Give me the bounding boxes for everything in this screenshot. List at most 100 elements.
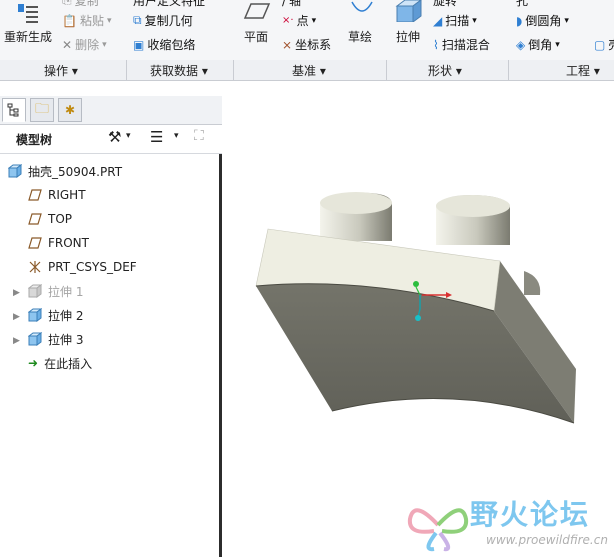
tree-item-label: 拉伸 2 bbox=[48, 308, 84, 323]
csys-button[interactable]: ⨯ 坐标系 bbox=[282, 36, 331, 53]
tree-item-insert-here[interactable]: ➜ 在此插入 bbox=[28, 354, 92, 372]
copy-button[interactable]: ⎘ 复制 bbox=[62, 0, 99, 9]
group-shapes[interactable]: 形状 ▾ bbox=[428, 62, 462, 79]
paste-button[interactable]: 📋 粘贴 ▾ bbox=[62, 12, 112, 29]
chevron-down-icon: ▾ bbox=[564, 15, 569, 26]
tree-item-extrude-2[interactable]: 拉伸 2 bbox=[28, 306, 83, 324]
tree-item-label: 拉伸 1 bbox=[48, 284, 84, 299]
filter-icon[interactable]: ⛶ bbox=[194, 128, 204, 144]
datum-plane-icon bbox=[28, 189, 42, 201]
chevron-down-icon: ▾ bbox=[106, 15, 112, 26]
group-divider bbox=[508, 60, 509, 80]
part-model-3d[interactable] bbox=[224, 81, 614, 557]
extrude-feature-icon bbox=[28, 308, 42, 322]
watermark: 野火论坛 www.proewildfire.cn bbox=[404, 491, 614, 557]
shrinkwrap-label: 收缩包络 bbox=[147, 38, 196, 52]
group-divider bbox=[126, 60, 127, 80]
group-get-data[interactable]: 获取数据 ▾ bbox=[150, 62, 208, 79]
sketch-icon bbox=[351, 1, 373, 12]
paste-icon: 📋 bbox=[62, 13, 77, 28]
delete-label: 删除 bbox=[75, 38, 100, 52]
tab-model-tree[interactable] bbox=[2, 98, 26, 122]
model-tree-title: 模型树 bbox=[16, 133, 53, 147]
copy-geometry-label: 复制几何 bbox=[144, 14, 193, 28]
watermark-url: www.proewildfire.cn bbox=[486, 533, 608, 547]
group-engineering[interactable]: 工程 ▾ bbox=[566, 62, 600, 79]
shell-button[interactable]: ▢ 壳 bbox=[594, 36, 614, 53]
ribbon: 重新生成 ⎘ 复制 📋 粘贴 ▾ ✕ 删除 ▾ 用户定义特征 ⧉ 复制几何 ▣ … bbox=[0, 0, 614, 61]
settings-tools-icon[interactable]: ⚒ bbox=[108, 128, 121, 146]
chamfer-button[interactable]: ◈ 倒角 ▾ bbox=[516, 36, 560, 53]
regenerate-icon bbox=[18, 4, 38, 23]
tree-item-part[interactable]: 抽壳_50904.PRT bbox=[8, 162, 122, 180]
axis-icon: / bbox=[282, 0, 287, 8]
extrude-label: 拉伸 bbox=[396, 30, 421, 44]
sweep-icon: ◢ bbox=[433, 13, 443, 28]
tab-folder-browser[interactable]: 🗀 bbox=[30, 98, 54, 122]
regenerate-button[interactable]: 重新生成 bbox=[2, 0, 54, 58]
datum-plane-icon bbox=[28, 213, 42, 225]
close-icon: ✕ bbox=[62, 37, 73, 52]
swept-blend-button[interactable]: ⌇ 扫描混合 bbox=[433, 36, 490, 53]
model-tree-header: 模型树 ⚒ ▾ ☰ ▾ ⛶ bbox=[0, 125, 222, 154]
chevron-down-icon[interactable]: ▾ bbox=[174, 131, 179, 141]
chevron-down-icon[interactable]: ▾ bbox=[126, 131, 131, 141]
show-list-icon[interactable]: ☰ bbox=[150, 128, 163, 146]
chamfer-label: 倒角 bbox=[528, 38, 553, 52]
tab-favorites[interactable]: ✱ bbox=[58, 98, 82, 122]
tree-item-label: 拉伸 3 bbox=[48, 332, 84, 347]
round-button[interactable]: ◗ 倒圆角 ▾ bbox=[516, 12, 569, 29]
expand-arrow-icon[interactable]: ▶ bbox=[13, 336, 20, 346]
hole-label: 孔 bbox=[516, 0, 529, 8]
chevron-down-icon: ▾ bbox=[102, 39, 107, 50]
plane-icon bbox=[243, 3, 271, 19]
delete-button[interactable]: ✕ 删除 ▾ bbox=[62, 36, 107, 53]
sketch-button[interactable]: 草绘 bbox=[344, 0, 378, 58]
copy-geometry-icon: ⧉ bbox=[133, 13, 142, 27]
tree-item-front[interactable]: FRONT bbox=[28, 234, 89, 252]
group-datum[interactable]: 基准 ▾ bbox=[292, 62, 326, 79]
expand-arrow-icon[interactable]: ▶ bbox=[13, 312, 20, 322]
axis-label: 轴 bbox=[289, 0, 302, 8]
sweep-button[interactable]: ◢ 扫描 ▾ bbox=[433, 12, 477, 29]
user-defined-label: 用户定义特征 bbox=[133, 0, 206, 8]
revolve-button[interactable]: 旋转 bbox=[433, 0, 457, 9]
tree-item-label: 抽壳_50904.PRT bbox=[28, 164, 123, 179]
csys-icon bbox=[29, 261, 41, 273]
tree-item-label: PRT_CSYS_DEF bbox=[48, 260, 137, 274]
shrinkwrap-button[interactable]: ▣ 收缩包络 bbox=[133, 36, 195, 53]
graphics-viewport[interactable]: 野火论坛 www.proewildfire.cn bbox=[224, 81, 614, 557]
group-operations[interactable]: 操作 ▾ bbox=[44, 62, 78, 79]
insert-arrow-icon: ➜ bbox=[28, 356, 39, 370]
extrude-feature-icon bbox=[28, 284, 42, 298]
user-defined-feature-button[interactable]: 用户定义特征 bbox=[133, 0, 205, 9]
chamfer-icon: ◈ bbox=[516, 37, 526, 52]
shell-icon: ▢ bbox=[594, 37, 606, 52]
ribbon-group-bar: 操作 ▾ 获取数据 ▾ 基准 ▾ 形状 ▾ 工程 ▾ bbox=[0, 60, 614, 81]
tree-item-extrude-3[interactable]: 拉伸 3 bbox=[28, 330, 83, 348]
tree-item-extrude-1[interactable]: 拉伸 1 bbox=[28, 282, 83, 300]
tree-item-label: 在此插入 bbox=[44, 356, 93, 371]
watermark-title: 野火论坛 bbox=[470, 498, 591, 531]
point-label: 点 bbox=[296, 14, 309, 28]
extrude-button[interactable]: 拉伸 bbox=[392, 0, 426, 58]
hole-button[interactable]: 孔 bbox=[516, 0, 528, 9]
chevron-down-icon: ▾ bbox=[472, 15, 477, 26]
group-divider bbox=[386, 60, 387, 80]
axis-button[interactable]: / 轴 bbox=[282, 0, 301, 9]
navigator-tabs: 🗀 ✱ bbox=[0, 96, 222, 125]
swept-blend-label: 扫描混合 bbox=[441, 38, 490, 52]
sweep-label: 扫描 bbox=[445, 14, 470, 28]
point-button[interactable]: ×· 点 ▾ bbox=[282, 12, 316, 29]
swept-blend-icon: ⌇ bbox=[433, 37, 439, 52]
tree-item-top[interactable]: TOP bbox=[28, 210, 72, 228]
plane-button[interactable]: 平面 bbox=[240, 0, 274, 58]
copy-geometry-button[interactable]: ⧉ 复制几何 bbox=[133, 12, 193, 29]
tree-item-right[interactable]: RIGHT bbox=[28, 186, 86, 204]
expand-arrow-icon[interactable]: ▶ bbox=[13, 288, 20, 298]
tree-item-csys[interactable]: PRT_CSYS_DEF bbox=[28, 258, 137, 276]
copy-label: 复制 bbox=[74, 0, 99, 8]
tree-item-label: RIGHT bbox=[48, 188, 86, 202]
regenerate-label: 重新生成 bbox=[4, 30, 53, 44]
group-divider bbox=[233, 60, 234, 80]
